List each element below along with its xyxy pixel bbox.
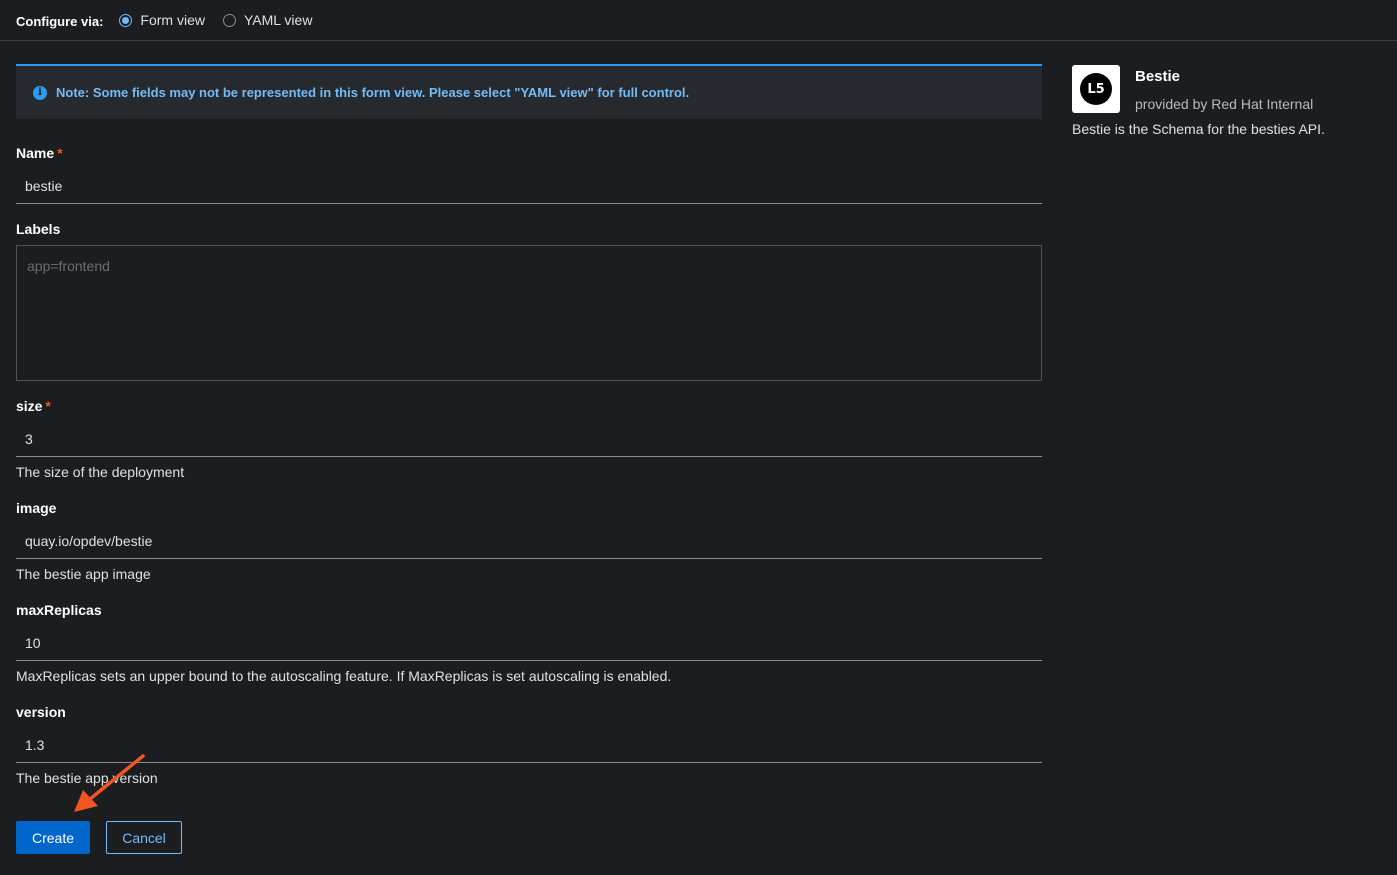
yaml-view-radio[interactable]: YAML view: [222, 12, 312, 28]
form-view-label[interactable]: Form view: [140, 12, 205, 28]
size-helper-text: The size of the deployment: [16, 464, 185, 480]
configure-via-label: Configure via:: [16, 13, 104, 29]
maxreplicas-helper-text: MaxReplicas sets an upper bound to the a…: [16, 668, 672, 684]
image-helper-text: The bestie app image: [16, 566, 151, 582]
maxreplicas-input[interactable]: [16, 625, 1042, 661]
version-label: version: [16, 704, 66, 720]
version-helper-text: The bestie app version: [16, 770, 158, 786]
image-label: image: [16, 500, 57, 516]
operator-description: Bestie is the Schema for the besties API…: [1072, 121, 1325, 137]
cancel-button[interactable]: Cancel: [106, 821, 182, 854]
form-view-radio-circle[interactable]: [119, 13, 133, 27]
yaml-view-label[interactable]: YAML view: [244, 12, 312, 28]
labels-label: Labels: [16, 221, 61, 237]
name-input[interactable]: [16, 168, 1042, 204]
operator-logo-mark: L5: [1080, 73, 1112, 105]
configure-via-bar: Configure via: Form view YAML view: [0, 0, 1397, 41]
create-button[interactable]: Create: [16, 821, 90, 854]
operator-provider: provided by Red Hat Internal: [1135, 96, 1314, 112]
yaml-view-radio-circle[interactable]: [222, 13, 236, 27]
size-input[interactable]: [16, 421, 1042, 457]
labels-textarea[interactable]: [16, 245, 1042, 381]
info-icon: i: [33, 85, 47, 100]
version-input[interactable]: [16, 727, 1042, 763]
alert-text: Note: Some fields may not be represented…: [56, 85, 690, 100]
operator-logo: L5: [1072, 65, 1120, 113]
operator-title: Bestie: [1135, 68, 1181, 85]
form-view-radio[interactable]: Form view: [119, 12, 205, 28]
name-label-text: Name: [16, 145, 55, 161]
size-label: size *: [16, 398, 51, 414]
info-alert: i Note: Some fields may not be represent…: [16, 64, 1042, 119]
maxreplicas-label: maxReplicas: [16, 602, 102, 618]
image-input[interactable]: [16, 523, 1042, 559]
required-mark: *: [45, 398, 51, 414]
size-label-text: size: [16, 398, 43, 414]
name-label: Name *: [16, 145, 63, 161]
required-mark: *: [57, 145, 63, 161]
